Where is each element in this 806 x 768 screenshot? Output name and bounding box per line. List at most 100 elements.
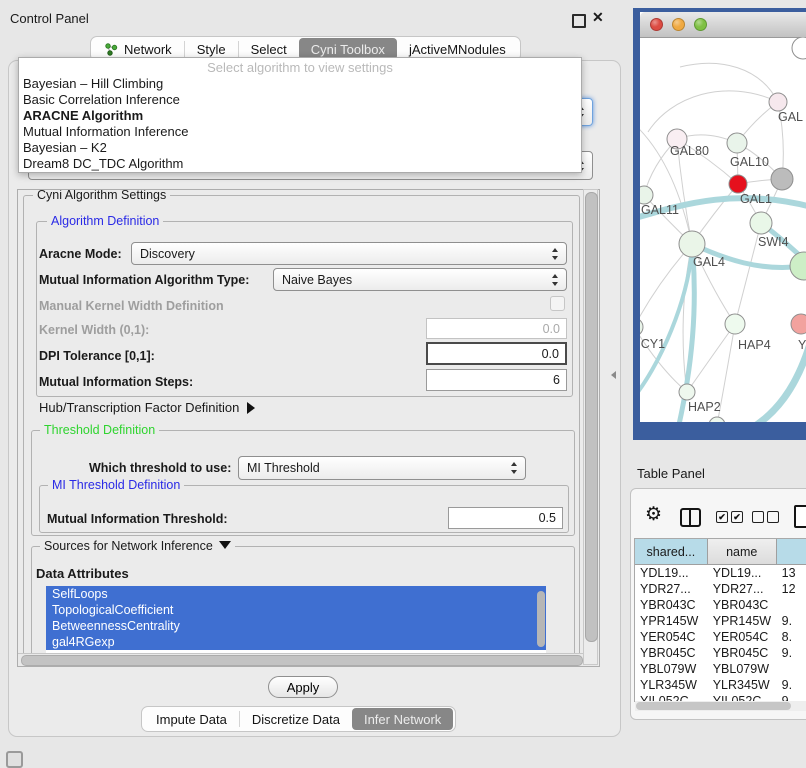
algorithm-option[interactable]: Mutual Information Inference	[19, 124, 581, 140]
threshold-definition-label: Threshold Definition	[40, 423, 159, 437]
bottom-tab-impute-data[interactable]: Impute Data	[144, 707, 239, 731]
table-cell: YER054C	[635, 629, 708, 645]
bottom-tab-infer-network[interactable]: Infer Network	[352, 708, 453, 730]
table-row[interactable]: YPR145WYPR145W9.	[635, 613, 806, 629]
minimize-window-button[interactable]	[672, 18, 685, 31]
algorithm-option[interactable]: Basic Correlation Inference	[19, 92, 581, 108]
network-view-window[interactable]: GALGAL80GAL10GAL1GAL11SWI4GAL4GCY1HAP4YH…	[633, 8, 806, 426]
settings-horizontal-scrollbar-thumb[interactable]	[21, 655, 583, 666]
network-node-label: GAL	[778, 110, 803, 124]
network-node[interactable]	[679, 231, 705, 257]
network-node[interactable]	[725, 314, 745, 334]
table-row[interactable]: YDL19...YDL19...13	[635, 565, 806, 581]
table-row[interactable]: YBL079WYBL079W	[635, 661, 806, 677]
aracne-mode-combobox[interactable]: Discovery	[131, 242, 567, 265]
table-row[interactable]: YBR043CYBR043C	[635, 597, 806, 613]
network-edge[interactable]	[648, 91, 778, 132]
tab-label: Network	[124, 42, 172, 57]
list-scrollbar-thumb[interactable]	[537, 591, 545, 647]
apply-button[interactable]: Apply	[268, 676, 338, 698]
bottom-corner-icon[interactable]	[6, 751, 23, 768]
deselect-all-columns-icon[interactable]	[752, 511, 779, 523]
dropdown-placeholder: Select algorithm to view settings	[19, 58, 581, 76]
manual-kernel-checkbox[interactable]	[550, 296, 565, 311]
expand-right-icon	[247, 402, 255, 414]
network-node[interactable]	[771, 168, 793, 190]
table-cell: YPR145W	[635, 613, 708, 629]
table-row[interactable]: YLR345WYLR345W9.	[635, 677, 806, 693]
attribute-list-item[interactable]: SelfLoops	[46, 586, 546, 602]
kernel-width-input[interactable]: 0.0	[426, 318, 567, 339]
network-node[interactable]	[791, 314, 806, 334]
panel-splitter-handle[interactable]	[611, 371, 616, 379]
which-threshold-label: Which threshold to use:	[89, 461, 231, 475]
network-node-label: HAP4	[738, 338, 771, 352]
tab-label: Cyni Toolbox	[311, 42, 385, 57]
which-threshold-combobox[interactable]: MI Threshold	[238, 456, 526, 480]
network-window-titlebar[interactable]	[640, 12, 806, 38]
columns-icon[interactable]	[680, 508, 701, 527]
mi-steps-value: 6	[553, 373, 560, 387]
data-attributes-list[interactable]: SelfLoopsTopologicalCoefficientBetweenne…	[46, 586, 546, 653]
network-graph-canvas[interactable]: GALGAL80GAL10GAL1GAL11SWI4GAL4GCY1HAP4YH…	[640, 37, 806, 426]
attribute-list-item[interactable]: TopologicalCoefficient	[46, 602, 546, 618]
network-node-label: GAL1	[740, 192, 772, 206]
hub-definition-expander[interactable]: Hub/Transcription Factor Definition	[39, 400, 255, 415]
network-node[interactable]	[792, 37, 806, 59]
table-column-header[interactable]	[777, 539, 806, 564]
select-all-columns-icon[interactable]: ✔✔	[716, 511, 743, 523]
network-node[interactable]	[640, 186, 653, 204]
which-threshold-value: MI Threshold	[247, 461, 320, 475]
attribute-list-item[interactable]: gal4RGexp	[46, 634, 546, 650]
network-node[interactable]	[729, 175, 747, 193]
mi-type-combobox[interactable]: Naive Bayes	[273, 268, 567, 291]
table-cell: YBR045C	[708, 645, 777, 661]
network-node[interactable]	[769, 93, 787, 111]
table-horizontal-scrollbar-thumb[interactable]	[636, 702, 791, 710]
network-node-label: Y	[798, 338, 806, 352]
network-node[interactable]	[750, 212, 772, 234]
network-node[interactable]	[727, 133, 747, 153]
algorithm-option[interactable]: ARACNE Algorithm	[19, 108, 581, 124]
attribute-list-item[interactable]: BetweennessCentrality	[46, 618, 546, 634]
hub-definition-label: Hub/Transcription Factor Definition	[39, 400, 239, 415]
gear-icon[interactable]: ⚙	[645, 503, 662, 526]
dpi-tolerance-input[interactable]: 0.0	[426, 342, 567, 365]
table-column-header[interactable]: name	[708, 539, 777, 564]
bottom-tab-discretize-data[interactable]: Discretize Data	[240, 707, 352, 731]
algorithm-option[interactable]: Dream8 DC_TDC Algorithm	[19, 156, 581, 172]
mi-type-value: Naive Bayes	[282, 273, 352, 287]
table-row[interactable]: YER054CYER054C8.	[635, 629, 806, 645]
combo-arrows-icon	[511, 462, 518, 474]
mi-threshold-input[interactable]: 0.5	[448, 507, 563, 529]
settings-vertical-scrollbar-thumb[interactable]	[585, 192, 598, 642]
mi-steps-input[interactable]: 6	[426, 369, 567, 391]
sources-group-label[interactable]: Sources for Network Inference	[40, 539, 235, 553]
zoom-window-button[interactable]	[694, 18, 707, 31]
network-node[interactable]	[679, 384, 695, 400]
network-edge-highlighted[interactable]	[640, 244, 692, 402]
algorithm-option[interactable]: Bayesian – K2	[19, 140, 581, 156]
table-cell: YPR145W	[708, 613, 777, 629]
node-attribute-table: shared...name YDL19...YDL19...13YDR27...…	[634, 538, 806, 702]
float-window-icon[interactable]	[572, 14, 586, 28]
table-cell: YDR27...	[708, 581, 777, 597]
algorithm-option[interactable]: Bayesian – Hill Climbing	[19, 76, 581, 92]
network-node[interactable]	[790, 252, 806, 280]
network-node[interactable]	[640, 318, 643, 336]
table-row[interactable]: YDR27...YDR27...12	[635, 581, 806, 597]
kernel-width-value: 0.0	[543, 322, 560, 336]
close-window-button[interactable]	[650, 18, 663, 31]
table-row[interactable]: YBR045CYBR045C9.	[635, 645, 806, 661]
close-icon[interactable]: ✕	[592, 9, 604, 26]
table-cell: YBR045C	[635, 645, 708, 661]
table-column-header[interactable]: shared...	[635, 539, 708, 564]
document-icon[interactable]	[794, 505, 806, 528]
network-node-label: GAL11	[641, 203, 679, 217]
mi-steps-label: Mutual Information Steps:	[39, 375, 193, 389]
mi-threshold-group-label: MI Threshold Definition	[48, 478, 184, 492]
aracne-mode-label: Aracne Mode:	[39, 247, 122, 261]
mi-threshold-label: Mutual Information Threshold:	[47, 512, 228, 526]
table-panel-title: Table Panel	[637, 466, 705, 481]
table-cell: 12	[777, 581, 806, 597]
